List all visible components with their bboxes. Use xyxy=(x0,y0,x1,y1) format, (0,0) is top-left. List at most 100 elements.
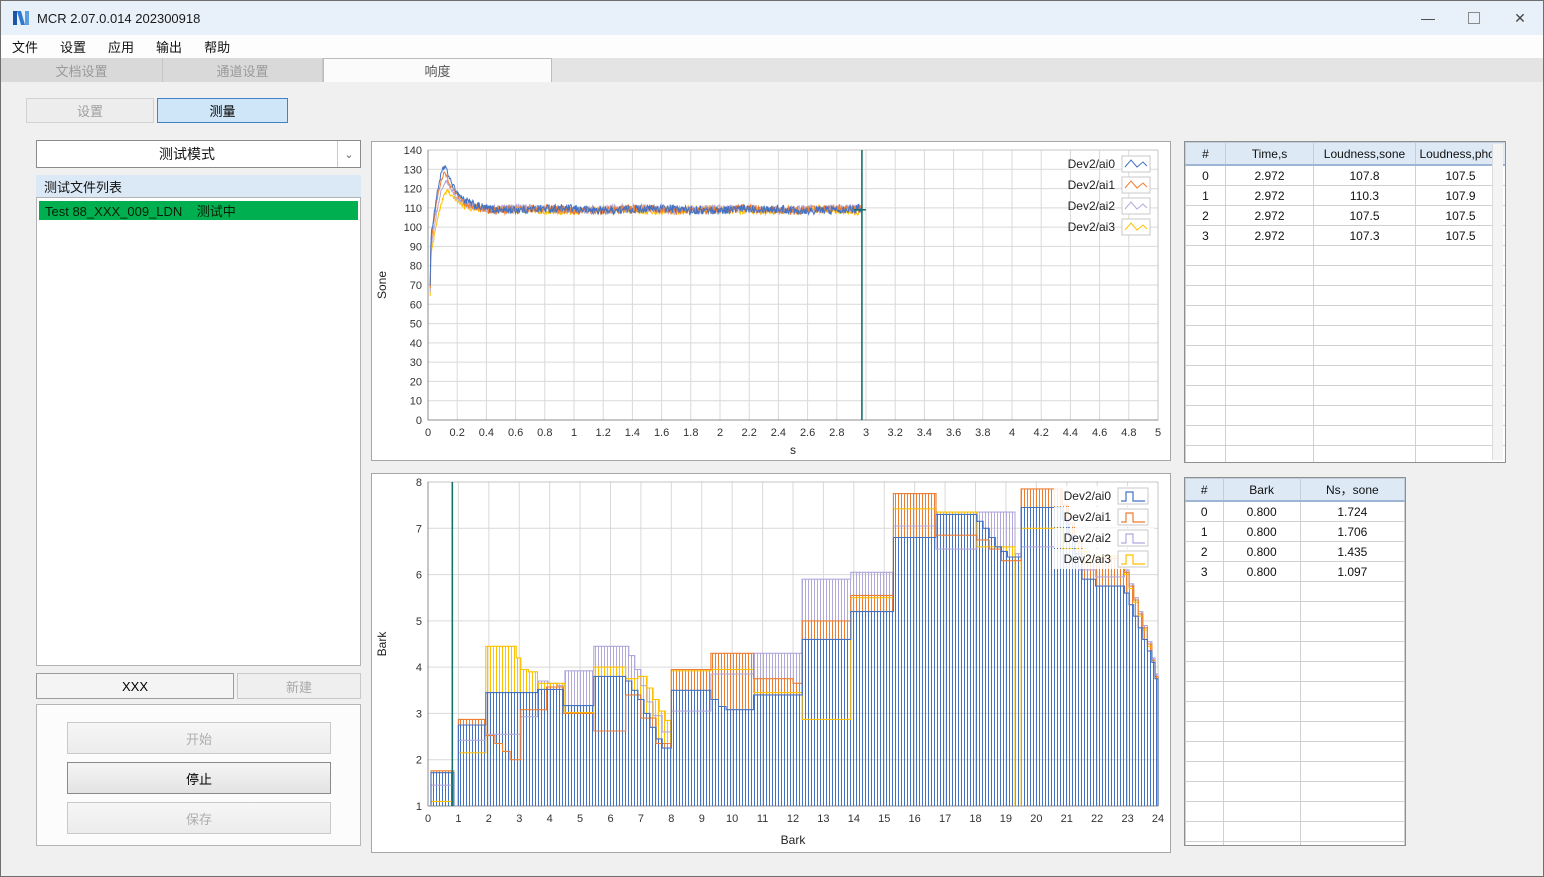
tab-measure-button[interactable]: 测量 xyxy=(157,98,288,123)
loudness-time-chart[interactable]: 0 0.2 0.4 0.6 0.8 1 1.2 1.4 1.6 1.8 2 2.2 2.4 2.6 2.8 3… xyxy=(371,141,1171,461)
table-empty-row[interactable] xyxy=(1185,681,1405,702)
tab-settings-button[interactable]: 设置 xyxy=(26,98,154,123)
table-empty-row[interactable] xyxy=(1185,245,1505,266)
svg-text:4.6: 4.6 xyxy=(1092,427,1107,439)
test-file-item[interactable]: Test 88_XXX_009_LDN 测试中 xyxy=(39,201,358,220)
minimize-button[interactable]: — xyxy=(1405,1,1451,35)
close-button[interactable]: ✕ xyxy=(1497,1,1543,35)
table-empty-row[interactable] xyxy=(1185,365,1505,386)
table-row[interactable]: 3 0.800 1.097 xyxy=(1185,561,1405,582)
menu-item-2[interactable]: 应用 xyxy=(97,35,145,58)
table-cell: 107.3 xyxy=(1313,225,1416,246)
table-empty-row[interactable] xyxy=(1185,721,1405,742)
legend-label: Dev2/ai0 xyxy=(1068,157,1116,171)
xxx-button[interactable]: XXX xyxy=(36,673,234,699)
table-empty-row[interactable] xyxy=(1185,801,1405,822)
bark-result-table[interactable]: # Bark Ns，sone 0 0.800 1.724 1 0.800 1.706 2 0.800… xyxy=(1184,477,1406,846)
table-cell xyxy=(1299,701,1405,722)
svg-text:2: 2 xyxy=(717,427,723,439)
svg-text:7: 7 xyxy=(638,813,644,825)
svg-text:130: 130 xyxy=(404,164,422,176)
loudness-result-table[interactable]: # Time,s Loudness,sone Loudness,phon 0 2.972 1… xyxy=(1184,141,1506,463)
chevron-down-icon[interactable]: ⌄ xyxy=(337,141,360,167)
table-empty-row[interactable] xyxy=(1185,445,1505,462)
svg-text:4: 4 xyxy=(547,813,553,825)
table-cell xyxy=(1185,405,1226,426)
save-button[interactable]: 保存 xyxy=(67,802,331,834)
menu-item-1[interactable]: 设置 xyxy=(49,35,97,58)
menu-item-0[interactable]: 文件 xyxy=(1,35,49,58)
svg-text:2.2: 2.2 xyxy=(742,427,757,439)
table-empty-row[interactable] xyxy=(1185,385,1505,406)
table-cell xyxy=(1313,325,1416,346)
table-empty-row[interactable] xyxy=(1185,305,1505,326)
table-row[interactable]: 3 2.972 107.3 107.5 xyxy=(1185,225,1505,246)
main-tab-2[interactable]: 响度 xyxy=(323,58,552,82)
line-series-Dev2/ai1 xyxy=(429,171,863,289)
svg-text:5: 5 xyxy=(577,813,583,825)
svg-text:6: 6 xyxy=(607,813,613,825)
table-empty-row[interactable] xyxy=(1185,661,1405,682)
svg-text:110: 110 xyxy=(404,203,422,215)
svg-text:1: 1 xyxy=(455,813,461,825)
test-mode-combobox[interactable]: 测试模式 ⌄ xyxy=(36,140,361,168)
table-row[interactable]: 1 0.800 1.706 xyxy=(1185,521,1405,542)
specific-loudness-bark-chart[interactable]: 0 1 2 3 4 5 6 7 8 9 10 11 12 13 14 15 16 17 18 19 20 21 22 23 24… xyxy=(371,473,1171,853)
file-list-header: 测试文件列表 xyxy=(36,175,361,197)
table-cell xyxy=(1299,661,1405,682)
table-row[interactable]: 0 0.800 1.724 xyxy=(1185,501,1405,522)
table-cell xyxy=(1185,801,1224,822)
maximize-button[interactable] xyxy=(1451,1,1497,35)
start-button[interactable]: 开始 xyxy=(67,722,331,754)
table-empty-row[interactable] xyxy=(1185,325,1505,346)
menu-item-3[interactable]: 输出 xyxy=(145,35,193,58)
table-empty-row[interactable] xyxy=(1185,781,1405,802)
stop-button[interactable]: 停止 xyxy=(67,762,331,794)
app-window: MCR 2.07.0.014 202300918 — ✕ 文件 设置 应用 输出 帮助 … xyxy=(0,0,1544,877)
table-cell xyxy=(1313,285,1416,306)
table-empty-row[interactable] xyxy=(1185,265,1505,286)
table-cell xyxy=(1185,581,1224,602)
legend-label: Dev2/ai2 xyxy=(1068,199,1116,213)
table-row[interactable]: 1 2.972 110.3 107.9 xyxy=(1185,185,1505,206)
main-tab-1[interactable]: 通道设置 xyxy=(163,58,323,82)
table-cell: 2.972 xyxy=(1225,185,1314,206)
line-series-Dev2/ai2 xyxy=(429,179,863,293)
test-file-label: Test 88_XXX_009_LDN 测试中 xyxy=(45,204,236,219)
table-cell xyxy=(1185,245,1226,266)
table-empty-row[interactable] xyxy=(1185,841,1405,845)
svg-text:0.8: 0.8 xyxy=(537,427,552,439)
table-empty-row[interactable] xyxy=(1185,601,1405,622)
svg-text:60: 60 xyxy=(410,299,422,311)
table-empty-row[interactable] xyxy=(1185,761,1405,782)
table-empty-row[interactable] xyxy=(1185,641,1405,662)
svg-text:3: 3 xyxy=(516,813,522,825)
table-empty-row[interactable] xyxy=(1185,425,1505,446)
svg-text:3.6: 3.6 xyxy=(946,427,961,439)
table-row[interactable]: 0 2.972 107.8 107.5 xyxy=(1185,165,1505,186)
table-empty-row[interactable] xyxy=(1185,581,1405,602)
table-cell xyxy=(1185,841,1224,845)
new-file-button[interactable]: 新建 xyxy=(237,673,361,699)
main-tab-0[interactable]: 文档设置 xyxy=(1,58,163,82)
svg-text:50: 50 xyxy=(410,319,422,331)
table-row[interactable]: 2 0.800 1.435 xyxy=(1185,541,1405,562)
table-empty-row[interactable] xyxy=(1185,701,1405,722)
table-cell xyxy=(1185,601,1224,622)
menu-item-4[interactable]: 帮助 xyxy=(193,35,241,58)
legend-swatch xyxy=(1121,197,1151,215)
table-row[interactable]: 2 2.972 107.5 107.5 xyxy=(1185,205,1505,226)
test-file-listbox[interactable]: Test 88_XXX_009_LDN 测试中 xyxy=(36,197,361,666)
table-empty-row[interactable] xyxy=(1185,285,1505,306)
table-scrollbar-track[interactable] xyxy=(1492,144,1503,460)
table-empty-row[interactable] xyxy=(1185,621,1405,642)
menu-bar: 文件 设置 应用 输出 帮助 xyxy=(1,35,1543,59)
table-empty-row[interactable] xyxy=(1185,405,1505,426)
svg-text:3: 3 xyxy=(416,708,422,720)
svg-text:0: 0 xyxy=(425,813,431,825)
table-empty-row[interactable] xyxy=(1185,741,1405,762)
table-empty-row[interactable] xyxy=(1185,821,1405,842)
svg-text:20: 20 xyxy=(1030,813,1042,825)
table-cell xyxy=(1222,821,1301,842)
table-empty-row[interactable] xyxy=(1185,345,1505,366)
